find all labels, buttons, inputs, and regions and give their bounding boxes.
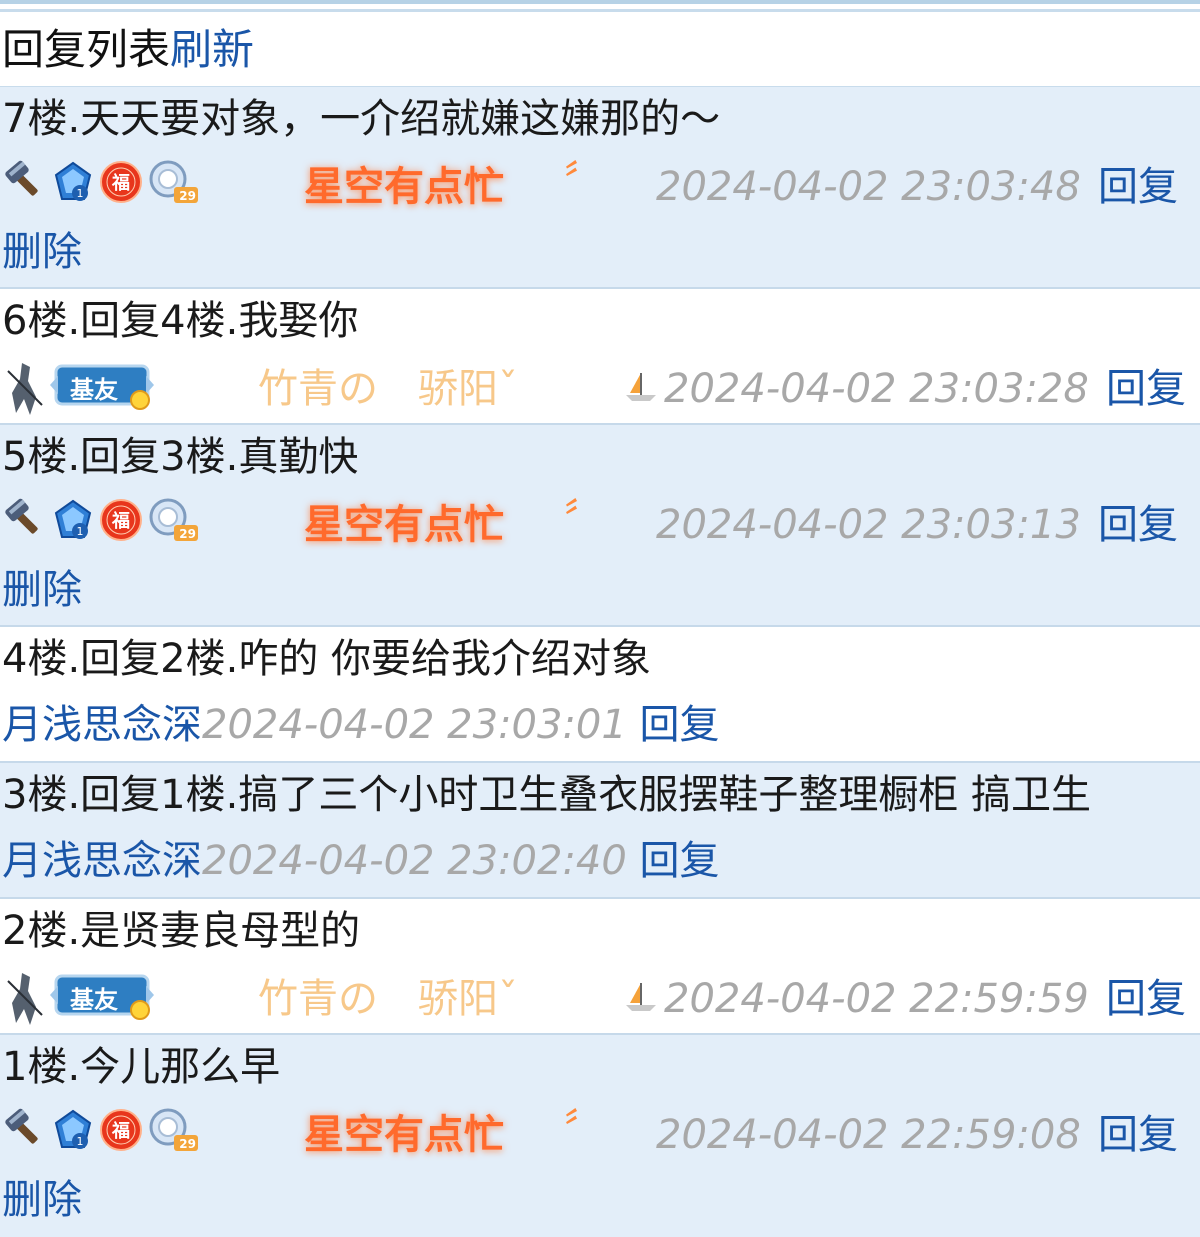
reply-item: 6楼.回复4楼.我娶你 基友 竹青の 骄阳ˇ 2024-04-02 23:03:…: [0, 289, 1200, 425]
delete-button[interactable]: 删除: [2, 229, 82, 275]
level-label: 29: [179, 1137, 196, 1151]
reply-content: 5楼.回复3楼.真勤快: [2, 434, 359, 480]
hammer-icon: [2, 159, 48, 205]
username[interactable]: 月浅思念深: [2, 702, 202, 748]
level-ring-icon: 29: [146, 159, 200, 205]
reply-time: 2024-04-02 22:59:08: [656, 1112, 1081, 1158]
reply-time: 2024-04-02 23:02:40: [202, 838, 627, 884]
hammer-icon: [2, 1107, 48, 1153]
reply-content: 6楼.回复4楼.我娶你: [2, 298, 359, 344]
svg-text:1: 1: [77, 187, 84, 200]
reply-meta: 1 福 29 星空有点忙 〞 2024-04-02 23:03:48 回复: [2, 151, 1200, 223]
reply-item: 5楼.回复3楼.真勤快 1 福 29 星空有点忙 〞 2024-04-02 23…: [0, 425, 1200, 627]
jiyou-badge-label: 基友: [70, 986, 118, 1014]
fu-seal-label: 福: [112, 511, 130, 532]
refresh-link[interactable]: 刷新: [170, 25, 254, 74]
page-title: 回复列表: [2, 25, 171, 74]
reply-meta: 月浅思念深2024-04-02 23:02:40 回复: [2, 827, 1200, 895]
reply-meta: 月浅思念深2024-04-02 23:03:01 回复: [2, 691, 1200, 759]
username[interactable]: 星空有点忙: [304, 151, 504, 223]
jiyou-badge-icon: 基友: [50, 972, 154, 1022]
reply-time: 2024-04-02 23:03:28: [664, 366, 1089, 412]
fu-seal-icon: 福: [98, 159, 144, 205]
delete-button[interactable]: 删除: [2, 567, 82, 613]
username-suffix: 〞: [564, 496, 604, 542]
sailboat-icon: [624, 371, 658, 407]
hammer-icon: [2, 497, 48, 543]
username[interactable]: 星空有点忙: [304, 1099, 504, 1171]
username-suffix: 〞: [564, 158, 604, 204]
reply-time: 2024-04-02 23:03:01: [202, 702, 627, 748]
svg-text:1: 1: [77, 525, 84, 538]
reply-time: 2024-04-02 23:03:13: [656, 502, 1081, 548]
reply-item: 7楼.天天要对象，一介绍就嫌这嫌那的～ 1 福 29 星空有点忙 〞 2024-…: [0, 87, 1200, 289]
user-badges: 1 福 29: [2, 497, 200, 543]
user-badges: 基友: [2, 357, 154, 417]
username[interactable]: 竹青の 骄阳ˇ: [258, 353, 518, 425]
vip-gem-icon: 1: [50, 159, 96, 205]
reply-item: 2楼.是贤妻良母型的 基友 竹青の 骄阳ˇ 2024-04-02 22:59:5…: [0, 899, 1200, 1035]
sailboat-icon: [624, 981, 658, 1017]
swordsman-avatar-icon: [2, 967, 48, 1027]
level-label: 29: [179, 189, 196, 203]
username-suffix: 〞: [564, 1106, 604, 1152]
vip-gem-icon: 1: [50, 497, 96, 543]
reply-item: 4楼.回复2楼.咋的 你要给我介绍对象 月浅思念深2024-04-02 23:0…: [0, 627, 1200, 763]
list-header: 回复列表刷新: [0, 14, 1200, 87]
username[interactable]: 星空有点忙: [304, 489, 504, 561]
username[interactable]: 竹青の 骄阳ˇ: [258, 963, 518, 1035]
delete-button[interactable]: 删除: [2, 1177, 82, 1223]
reply-content: 1楼.今儿那么早: [2, 1044, 281, 1090]
level-ring-icon: 29: [146, 497, 200, 543]
level-ring-icon: 29: [146, 1107, 200, 1153]
reply-meta: 1 福 29 星空有点忙 〞 2024-04-02 22:59:08 回复: [2, 1099, 1200, 1171]
jiyou-badge-label: 基友: [70, 376, 118, 404]
level-label: 29: [179, 527, 196, 541]
reply-time: 2024-04-02 22:59:59: [664, 976, 1089, 1022]
reply-content: 7楼.天天要对象，一介绍就嫌这嫌那的～: [2, 96, 721, 142]
user-badges: 1 福 29: [2, 159, 200, 205]
reply-button[interactable]: 回复: [1106, 963, 1186, 1035]
reply-button[interactable]: 回复: [640, 838, 720, 884]
user-badges: 基友: [2, 967, 154, 1027]
fu-seal-icon: 福: [98, 1107, 144, 1153]
top-status-strip: [0, 0, 1200, 14]
user-badges: 1 福 29: [2, 1107, 200, 1153]
reply-content: 4楼.回复2楼.咋的 你要给我介绍对象: [2, 636, 652, 682]
reply-content: 3楼.回复1楼.搞了三个小时卫生叠衣服摆鞋子整理橱柜 搞卫生: [2, 772, 1092, 818]
fu-seal-label: 福: [112, 173, 130, 194]
svg-text:1: 1: [77, 1135, 84, 1148]
fu-seal-icon: 福: [98, 497, 144, 543]
reply-meta: 基友 竹青の 骄阳ˇ 2024-04-02 23:03:28 回复: [2, 353, 1200, 425]
jiyou-badge-icon: 基友: [50, 362, 154, 412]
username[interactable]: 月浅思念深: [2, 838, 202, 884]
vip-gem-icon: 1: [50, 1107, 96, 1153]
reply-item: 3楼.回复1楼.搞了三个小时卫生叠衣服摆鞋子整理橱柜 搞卫生 月浅思念深2024…: [0, 763, 1200, 899]
reply-content: 2楼.是贤妻良母型的: [2, 908, 361, 954]
swordsman-avatar-icon: [2, 357, 48, 417]
reply-button[interactable]: 回复: [1098, 1099, 1178, 1171]
reply-meta: 基友 竹青の 骄阳ˇ 2024-04-02 22:59:59 回复: [2, 963, 1200, 1035]
reply-button[interactable]: 回复: [1106, 353, 1186, 425]
fu-seal-label: 福: [112, 1121, 130, 1142]
reply-time: 2024-04-02 23:03:48: [656, 164, 1081, 210]
reply-button[interactable]: 回复: [1098, 489, 1178, 561]
reply-button[interactable]: 回复: [640, 702, 720, 748]
reply-button[interactable]: 回复: [1098, 151, 1178, 223]
reply-meta: 1 福 29 星空有点忙 〞 2024-04-02 23:03:13 回复: [2, 489, 1200, 561]
reply-item: 1楼.今儿那么早 1 福 29 星空有点忙 〞 2024-04-02 22:59…: [0, 1035, 1200, 1237]
